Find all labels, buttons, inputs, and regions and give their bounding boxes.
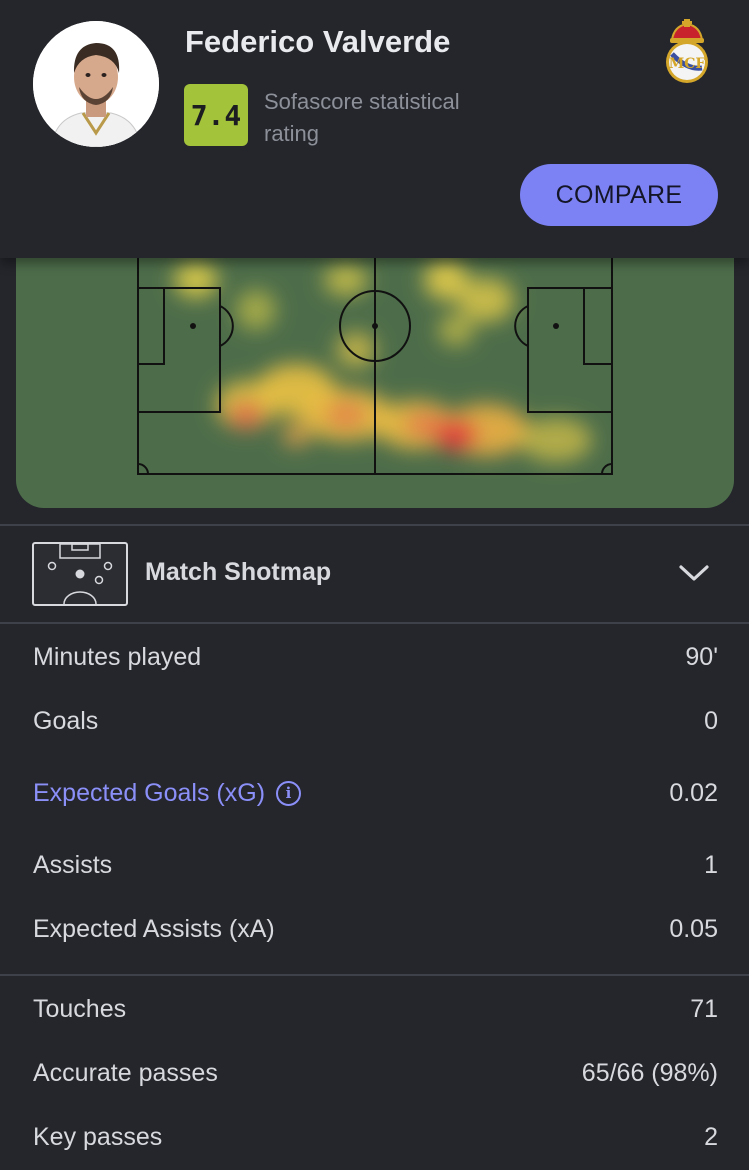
stat-value: 0.02 [669, 779, 718, 807]
stat-value: 0 [704, 707, 718, 735]
stat-label: Goals [33, 707, 99, 735]
stat-label: Touches [33, 995, 127, 1023]
shotmap-thumbnail-icon [32, 542, 128, 606]
stat-row-goals: Goals 0 [0, 689, 749, 753]
svg-text:MCF: MCF [669, 56, 706, 72]
stat-value: 0.05 [669, 915, 718, 943]
stat-label: Key passes [33, 1123, 163, 1151]
compare-button[interactable]: COMPARE [520, 164, 718, 226]
rating-label: Sofascore statistical rating [264, 89, 460, 146]
section-divider [0, 974, 749, 976]
club-crest-icon[interactable]: MCF [660, 18, 714, 84]
player-avatar[interactable] [33, 21, 159, 147]
stat-value: 71 [690, 995, 718, 1023]
stat-row-expected-goals[interactable]: Expected Goals (xG) i 0.02 [0, 761, 749, 825]
stat-row-expected-assists: Expected Assists (xA) 0.05 [0, 897, 749, 961]
section-divider [0, 622, 749, 624]
player-header: Federico Valverde 7.4 Sofascore statisti… [0, 0, 749, 258]
shotmap-toggle[interactable]: Match Shotmap [0, 526, 749, 622]
stat-row-assists: Assists 1 [0, 833, 749, 897]
player-photo-icon [33, 21, 159, 147]
stat-value: 90' [685, 643, 718, 671]
stat-row-minutes-played: Minutes played 90' [0, 625, 749, 689]
stat-value: 2 [704, 1123, 718, 1151]
stat-label-xg[interactable]: Expected Goals (xG) i [33, 761, 302, 825]
stat-row-touches: Touches 71 [0, 977, 749, 1041]
stat-label: Assists [33, 851, 113, 879]
player-name: Federico Valverde [185, 24, 451, 59]
stat-row-accurate-passes: Accurate passes 65/66 (98%) [0, 1041, 749, 1105]
info-icon[interactable]: i [276, 780, 302, 806]
stat-label: Accurate passes [33, 1059, 218, 1087]
stat-label: Expected Assists (xA) [33, 915, 275, 943]
chevron-down-icon[interactable] [678, 562, 710, 584]
rating-badge[interactable]: 7.4 [184, 84, 248, 146]
xg-label-text[interactable]: Expected Goals (xG) [33, 761, 265, 825]
stat-row-key-passes: Key passes 2 [0, 1105, 749, 1169]
stat-label: Minutes played [33, 643, 202, 671]
stat-value: 65/66 (98%) [581, 1059, 718, 1087]
stat-value: 1 [704, 851, 718, 879]
shotmap-title: Match Shotmap [145, 558, 332, 586]
